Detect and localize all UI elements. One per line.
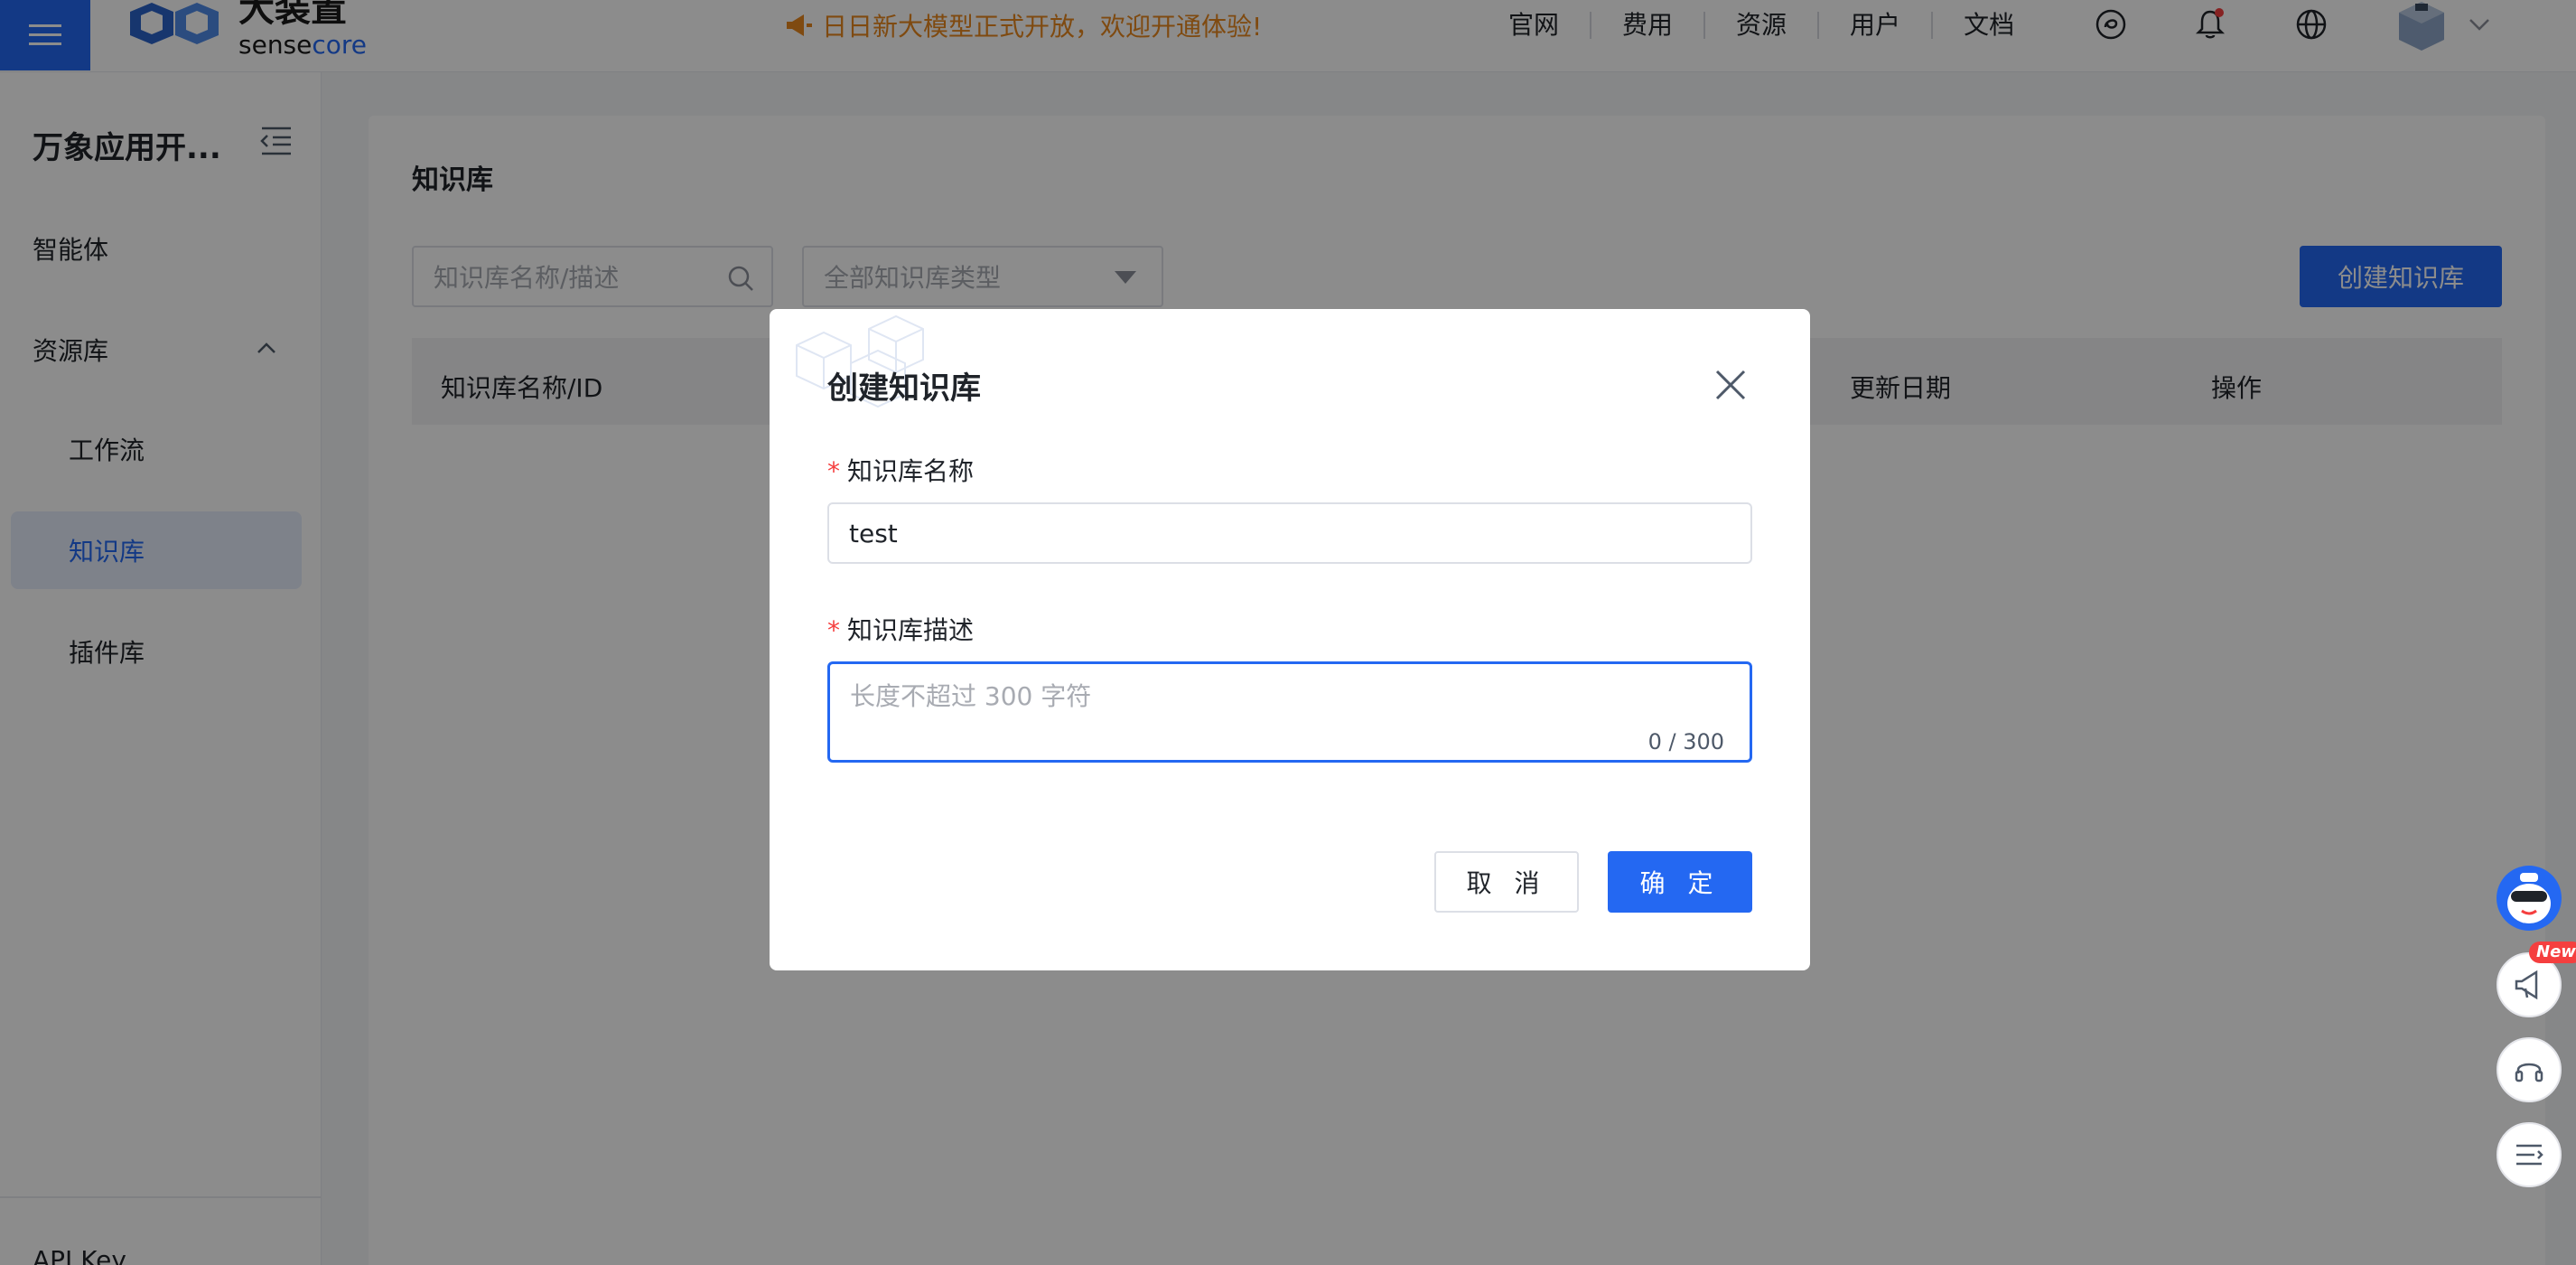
dialog-title: 创建知识库 <box>827 370 981 407</box>
confirm-button[interactable]: 确 定 <box>1608 851 1752 913</box>
create-knowledge-base-dialog: 创建知识库 * 知识库名称 test * 知识库描述 长度不超过 300 字符 0 … <box>770 309 1810 970</box>
close-icon[interactable] <box>1714 369 1747 401</box>
support-button[interactable] <box>2497 1037 2562 1102</box>
description-field-label: * 知识库描述 <box>827 615 975 645</box>
cancel-button[interactable]: 取 消 <box>1434 851 1579 913</box>
list-icon <box>2516 1144 2543 1166</box>
robot-icon[interactable] <box>2495 864 2563 932</box>
knowledge-base-name-input[interactable]: test <box>827 502 1752 564</box>
knowledge-base-description-input[interactable]: 长度不超过 300 字符 0 / 300 <box>827 661 1752 763</box>
announce-icon <box>2515 970 2538 1000</box>
headset-icon <box>2515 1063 2543 1082</box>
new-badge: New <box>2529 942 2576 963</box>
more-tools-button[interactable] <box>2497 1122 2562 1187</box>
name-field-label: * 知识库名称 <box>827 456 975 486</box>
description-placeholder: 长度不超过 300 字符 <box>850 681 1092 711</box>
description-char-count: 0 / 300 <box>1647 729 1724 754</box>
